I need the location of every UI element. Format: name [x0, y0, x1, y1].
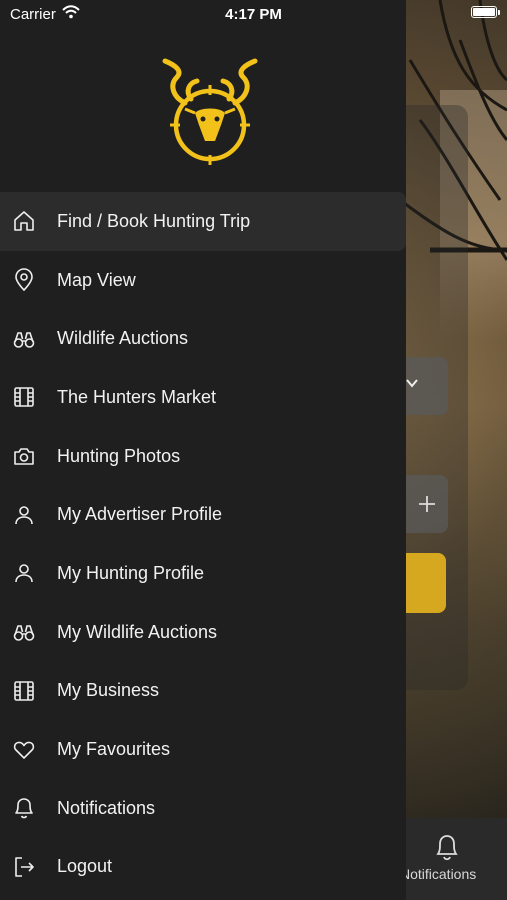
map-pin-icon — [12, 268, 36, 292]
menu-item-notifications[interactable]: Notifications — [0, 779, 406, 838]
menu-label: Find / Book Hunting Trip — [57, 210, 251, 231]
menu-label: My Favourites — [57, 739, 171, 760]
menu-label: My Business — [57, 680, 160, 701]
menu-label: Map View — [57, 269, 136, 290]
camera-icon — [12, 444, 36, 468]
home-icon — [12, 209, 36, 233]
drawer-menu: Find / Book Hunting Trip Map View Wildli… — [0, 192, 406, 896]
status-time: 4:17 PM — [225, 6, 282, 23]
binoculars-icon — [12, 620, 36, 644]
film-grid-icon — [12, 385, 36, 409]
menu-item-the-hunters-market[interactable]: The Hunters Market — [0, 368, 406, 427]
menu-label: Logout — [57, 856, 113, 877]
kudu-crosshair-logo — [162, 58, 258, 165]
menu-item-hunting-photos[interactable]: Hunting Photos — [0, 427, 406, 486]
plus-icon — [419, 496, 435, 512]
menu-label: Hunting Photos — [57, 445, 181, 466]
menu-item-my-business[interactable]: My Business — [0, 662, 406, 721]
menu-label: My Wildlife Auctions — [57, 621, 218, 642]
menu-item-logout[interactable]: Logout — [0, 838, 406, 897]
menu-label: My Advertiser Profile — [57, 504, 223, 525]
menu-label: The Hunters Market — [57, 386, 217, 407]
menu-item-my-wildlife-auctions[interactable]: My Wildlife Auctions — [0, 603, 406, 662]
menu-item-map-view[interactable]: Map View — [0, 251, 406, 310]
tab-notifications-label[interactable]: Notifications — [400, 866, 476, 882]
side-drawer: Find / Book Hunting Trip Map View Wildli… — [0, 0, 406, 900]
binoculars-icon — [12, 327, 36, 351]
menu-item-my-favourites[interactable]: My Favourites — [0, 720, 406, 779]
menu-item-my-advertiser-profile[interactable]: My Advertiser Profile — [0, 485, 406, 544]
user-icon — [12, 561, 36, 585]
menu-item-my-hunting-profile[interactable]: My Hunting Profile — [0, 544, 406, 603]
battery-tip — [498, 10, 500, 15]
logout-icon — [12, 855, 36, 879]
user-icon — [12, 503, 36, 527]
bell-icon — [12, 796, 36, 820]
menu-label: Wildlife Auctions — [57, 328, 189, 349]
battery-icon — [471, 6, 497, 18]
film-grid-icon — [12, 679, 36, 703]
menu-item-find-book-hunting-trip[interactable]: Find / Book Hunting Trip — [0, 192, 406, 251]
bell-icon[interactable] — [433, 833, 461, 863]
status-bar: Carrier 4:17 PM — [0, 0, 507, 28]
menu-label: Notifications — [57, 797, 156, 818]
chevron-down-icon — [406, 379, 418, 388]
heart-icon — [12, 738, 36, 762]
menu-item-wildlife-auctions[interactable]: Wildlife Auctions — [0, 309, 406, 368]
menu-label: My Hunting Profile — [57, 562, 205, 583]
